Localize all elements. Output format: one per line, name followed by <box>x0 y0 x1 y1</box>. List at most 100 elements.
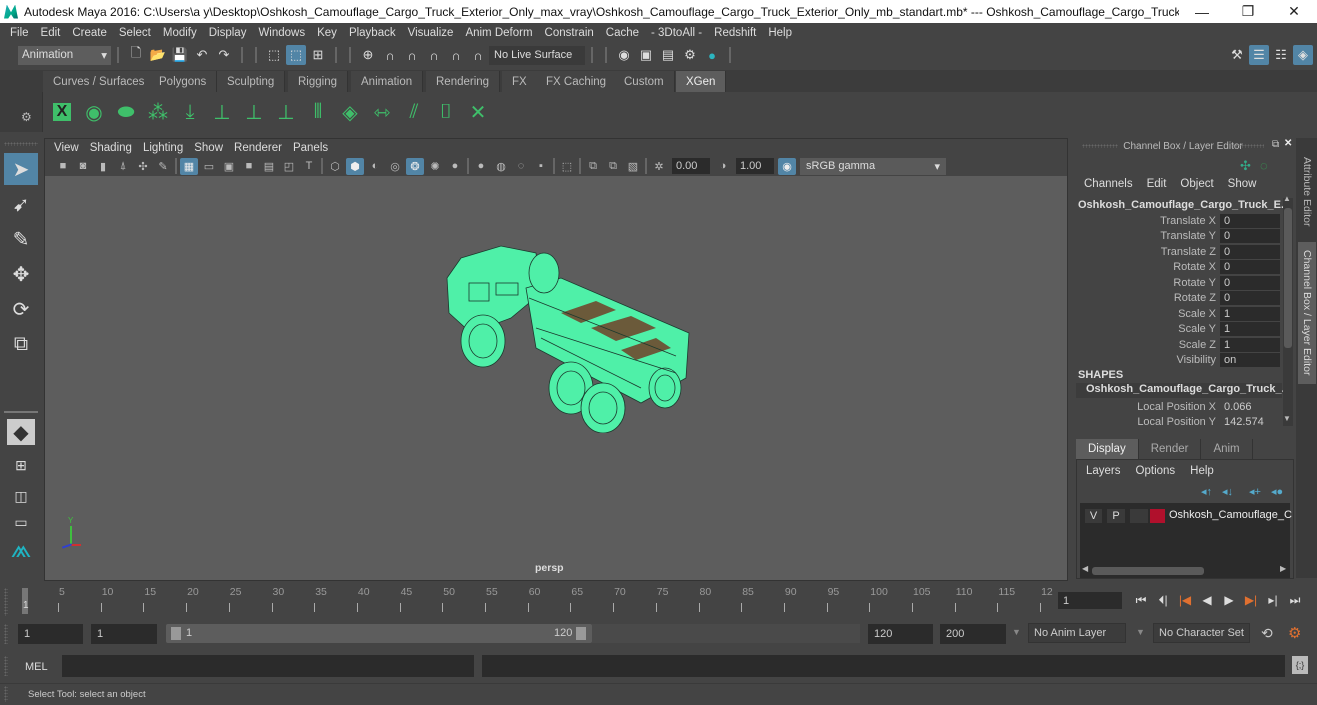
cb-menu-edit[interactable]: Edit <box>1147 178 1167 190</box>
lasso-tool-icon[interactable]: ➹ <box>4 188 38 220</box>
play-backwards-icon[interactable]: ◀ <box>1196 590 1218 610</box>
attribute-editor-toggle-icon[interactable]: ☰ <box>1249 45 1269 65</box>
outliner-layout-icon[interactable]: ▭ <box>4 513 38 531</box>
exposure-field[interactable]: 0.00 <box>672 158 710 174</box>
xray-icon[interactable]: ⧉ <box>584 158 602 175</box>
playback-start-field[interactable]: 1 <box>91 624 157 644</box>
channel-box-toggle-icon[interactable]: ◈ <box>1293 45 1313 65</box>
ipr-render-icon[interactable]: ▤ <box>658 45 678 65</box>
isolate-select-icon[interactable]: ⬚ <box>558 158 576 175</box>
layer-menu-options[interactable]: Options <box>1136 465 1176 477</box>
guides-to-curves-icon[interactable]: ⫴ <box>303 97 333 127</box>
chevron-down-icon[interactable]: ▼ <box>1012 627 1021 637</box>
shelf-settings-icon[interactable]: ⚙ <box>21 110 32 124</box>
film-gate-icon[interactable]: ▭ <box>200 158 218 175</box>
scroll-down-icon[interactable]: ▼ <box>1283 414 1291 423</box>
play-forwards-icon[interactable]: ▶ <box>1218 590 1240 610</box>
layer-menu-help[interactable]: Help <box>1190 465 1214 477</box>
menu-modify[interactable]: Modify <box>157 27 203 39</box>
exposure-icon[interactable]: ✲ <box>650 158 668 175</box>
range-end-handle[interactable] <box>576 627 586 640</box>
flip-guides-icon[interactable]: ⫽ <box>399 97 429 127</box>
scrollbar-thumb[interactable] <box>1092 567 1204 575</box>
grease-pencil-icon[interactable]: ✎ <box>154 158 172 175</box>
channel-row[interactable]: Rotate X 0 <box>1072 260 1282 275</box>
channel-row[interactable]: Scale X 1 <box>1072 306 1282 321</box>
menu-display[interactable]: Display <box>203 27 253 39</box>
gamma-field[interactable]: 1.00 <box>736 158 774 174</box>
cb-menu-object[interactable]: Object <box>1180 178 1213 190</box>
channel-value[interactable]: 1 <box>1220 322 1280 336</box>
wireframe-icon[interactable]: ⬡ <box>326 158 344 175</box>
textured-icon[interactable]: ❂ <box>406 157 424 175</box>
xray-joints-icon[interactable]: ▧ <box>624 158 642 175</box>
grid-icon[interactable]: ▦ <box>180 157 198 175</box>
save-scene-icon[interactable]: 💾 <box>170 45 190 65</box>
menu-create[interactable]: Create <box>66 27 113 39</box>
snap-projected-center-icon[interactable]: ∩ <box>424 45 444 65</box>
step-back-key-icon[interactable]: |◀ <box>1174 590 1196 610</box>
playback-end-field[interactable]: 120 <box>868 624 933 644</box>
menu-visualize[interactable]: Visualize <box>402 27 460 39</box>
shelf-tab-rigging[interactable]: Rigging <box>288 71 348 92</box>
render-settings-icon[interactable]: ⚙ <box>680 45 700 65</box>
shelf-tab-fx-caching[interactable]: FX Caching <box>536 71 618 92</box>
channel-value[interactable]: 1 <box>1220 337 1280 352</box>
channel-value[interactable]: 0 <box>1220 229 1280 243</box>
step-forward-frame-icon[interactable]: ▸| <box>1262 590 1284 610</box>
layer-tab-render[interactable]: Render <box>1138 439 1202 459</box>
script-language-toggle[interactable]: MEL <box>25 661 48 673</box>
maya-home-icon[interactable]: ⩕ <box>4 533 38 564</box>
select-guides-icon[interactable]: ⌷ <box>431 97 461 127</box>
channel-value[interactable]: 0.066 <box>1220 400 1280 414</box>
selected-object-name[interactable]: Oshkosh_Camouflage_Cargo_Truck_E... <box>1078 199 1290 211</box>
use-default-material-icon[interactable]: ◐ <box>366 158 384 175</box>
render-view-icon[interactable]: ◉ <box>614 45 634 65</box>
channel-box-scrollbar[interactable]: ▲ ▼ <box>1283 194 1293 426</box>
sculpt-guides-icon[interactable]: ⤓ <box>175 97 205 127</box>
character-set-dropdown[interactable]: No Character Set <box>1153 623 1250 643</box>
select-components-icon[interactable]: ⊞ <box>308 45 328 65</box>
channel-row[interactable]: Local Position X 0.066 <box>1072 399 1282 414</box>
go-to-end-icon[interactable]: ⏭ <box>1284 590 1306 610</box>
auto-key-sync-icon[interactable]: ⟲ <box>1261 625 1273 642</box>
cb-menu-channels[interactable]: Channels <box>1084 178 1133 190</box>
channel-row[interactable]: Local Position Y 142.574 <box>1072 414 1282 429</box>
layer-playback-toggle[interactable]: P <box>1107 509 1125 523</box>
step-forward-key-icon[interactable]: ▶| <box>1240 590 1262 610</box>
channel-value[interactable]: 0 <box>1220 275 1280 290</box>
wireframe-on-shaded-icon[interactable]: ◎ <box>386 158 404 175</box>
paint-select-tool-icon[interactable]: ✎ <box>4 223 38 255</box>
current-frame-field[interactable]: 1 <box>1058 592 1122 609</box>
select-objects-icon[interactable]: ⬚ <box>286 45 306 65</box>
float-panel-icon[interactable]: ⧉ <box>1272 139 1279 150</box>
new-empty-layer-icon[interactable]: ◂+ <box>1249 485 1261 498</box>
layer-menu-layers[interactable]: Layers <box>1086 465 1121 477</box>
depth-of-field-icon[interactable]: ▪ <box>532 158 550 175</box>
scale-tool-icon[interactable]: ⧉ <box>4 328 38 360</box>
view-transform-dropdown[interactable]: sRGB gamma ▾ <box>800 157 946 175</box>
menu-file[interactable]: File <box>4 27 35 39</box>
camera-icon[interactable]: ■ <box>54 158 72 175</box>
single-pane-layout-icon[interactable]: ◆ <box>7 419 35 445</box>
channel-value[interactable]: 1 <box>1220 306 1280 321</box>
menu-redshift[interactable]: Redshift <box>708 27 762 39</box>
add-guides-icon[interactable]: ⁂ <box>143 97 173 127</box>
four-pane-layout-icon[interactable]: ⊞ <box>4 451 38 479</box>
layer-display-type-toggle[interactable] <box>1130 509 1148 523</box>
snap-point-icon[interactable]: ∩ <box>402 45 422 65</box>
minimize-button[interactable]: — <box>1179 4 1225 20</box>
command-input[interactable] <box>62 655 474 677</box>
menu-windows[interactable]: Windows <box>252 27 311 39</box>
anti-aliasing-icon[interactable]: ◌ <box>512 158 530 175</box>
close-panel-icon[interactable]: ✕ <box>1284 138 1292 149</box>
shelf-tab-curves-surfaces[interactable]: Curves / Surfaces <box>43 71 156 92</box>
menu-edit[interactable]: Edit <box>35 27 67 39</box>
gamma-icon[interactable]: ◑ <box>714 158 732 175</box>
channel-row[interactable]: Scale Z 1 <box>1072 337 1282 352</box>
viewport-menu-shading[interactable]: Shading <box>87 142 140 154</box>
viewport-menu-renderer[interactable]: Renderer <box>231 142 290 154</box>
range-slider-track[interactable] <box>592 624 860 643</box>
xgen-window-icon[interactable]: X <box>47 97 77 127</box>
render-frame-icon[interactable]: ▣ <box>636 45 656 65</box>
